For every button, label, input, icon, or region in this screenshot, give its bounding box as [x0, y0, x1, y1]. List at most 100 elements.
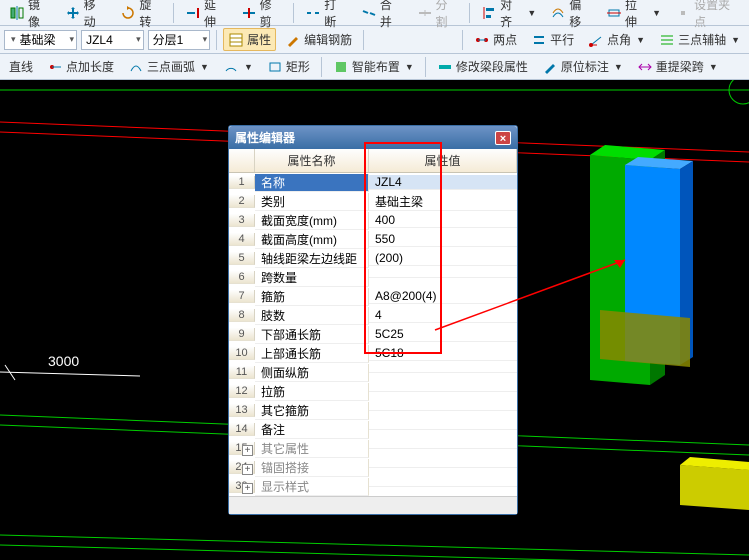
property-row[interactable]: 13其它箍筋 [229, 401, 517, 420]
arc-icon [223, 59, 239, 75]
button-modifyseg[interactable]: 修改梁段属性 [432, 55, 533, 78]
dropdown-arrow-icon: ▾ [136, 34, 141, 45]
property-value[interactable]: 5C18 [369, 346, 517, 361]
toolbar-button-label: 镜像 [28, 0, 51, 30]
button-rect[interactable]: 矩形 [262, 55, 315, 78]
toolbar-button-label: 延伸 [204, 0, 227, 30]
dropdown-arrow-icon: ▼ [244, 62, 253, 72]
toolbar-button-label: 设置夹点 [694, 0, 740, 30]
dimension-label: 3000 [48, 353, 79, 369]
property-value[interactable]: (200) [369, 251, 517, 266]
row-number: 2 [229, 195, 255, 208]
property-value[interactable]: 5C25 [369, 327, 517, 342]
property-name: 轴线距梁左边线距 [255, 250, 369, 268]
toolbar-separator [173, 3, 174, 23]
toolbar-button[interactable]: 镜像 [4, 0, 56, 33]
button-label: 编辑钢筋 [304, 31, 352, 48]
expand-icon[interactable]: + [242, 464, 253, 475]
dropdown-layer[interactable]: 分层1▾ [148, 30, 211, 50]
toolbar-separator [321, 57, 322, 77]
property-value[interactable]: JZL4 [369, 175, 517, 190]
property-row[interactable]: 39+显示样式 [229, 477, 517, 496]
property-value[interactable] [369, 448, 517, 449]
dropdown-arrow-icon: ▼ [200, 62, 209, 72]
expand-icon[interactable]: + [242, 483, 253, 494]
toolbar-edit: 镜像 移动 旋转 延伸 修剪 打断 合并 分割 对齐▼ 偏移 拉伸▼ 设置夹点 [0, 0, 749, 26]
toolbar-button-label: 修剪 [260, 0, 283, 30]
split-icon [417, 5, 433, 21]
property-row[interactable]: 14备注 [229, 420, 517, 439]
property-row[interactable]: 8肢数4 [229, 306, 517, 325]
button-properties[interactable]: 属性 [223, 28, 276, 51]
button-origmark[interactable]: 原位标注▼ [537, 55, 628, 78]
align-icon [481, 5, 497, 21]
property-row[interactable]: 3截面宽度(mm)400 [229, 211, 517, 230]
property-name: 上部通长筋 [255, 345, 369, 363]
button-line[interactable]: 直线 [4, 55, 38, 78]
property-row[interactable]: 11侧面纵筋 [229, 363, 517, 382]
property-row[interactable]: 15+其它属性 [229, 439, 517, 458]
property-value[interactable]: 4 [369, 308, 517, 323]
dropdown-arrow-icon: ▾ [203, 34, 208, 45]
button-smart[interactable]: 智能布置▼ [328, 55, 419, 78]
row-number: 3 [229, 214, 255, 227]
dialog-titlebar[interactable]: 属性编辑器 × [229, 126, 517, 149]
button-pointangle[interactable]: 点角▼ [583, 28, 650, 51]
property-row[interactable]: 1名称JZL4 [229, 173, 517, 192]
trim-icon [241, 5, 257, 21]
property-row[interactable]: 7箍筋A8@200(4) [229, 287, 517, 306]
dropdown-value: 基础梁 [20, 31, 68, 48]
property-value[interactable] [369, 467, 517, 468]
row-number: 12 [229, 385, 255, 398]
twopoint-icon [474, 32, 490, 48]
button-label: 直线 [9, 58, 33, 75]
toolbar-button-label: 旋转 [139, 0, 162, 30]
property-row[interactable]: 6跨数量 [229, 268, 517, 287]
row-number: 4 [229, 233, 255, 246]
property-row[interactable]: 12拉筋 [229, 382, 517, 401]
dropdown-category[interactable]: ▾基础梁▾ [4, 30, 77, 50]
dropdown-value: JZL4 [86, 33, 134, 47]
row-number: 11 [229, 366, 255, 379]
property-row[interactable]: 10上部通长筋5C18 [229, 344, 517, 363]
property-value[interactable]: 基础主梁 [369, 193, 517, 211]
property-value[interactable]: A8@200(4) [369, 289, 517, 304]
origmark-icon [542, 59, 558, 75]
button-parallel[interactable]: 平行 [526, 28, 579, 51]
button-twopoint[interactable]: 两点 [469, 28, 522, 51]
button-respan[interactable]: 重提梁跨▼ [632, 55, 723, 78]
button-label: 智能布置 [352, 58, 400, 75]
dialog-body: 属性名称 属性值 1名称JZL42类别基础主梁3截面宽度(mm)4004截面高度… [229, 149, 517, 514]
expand-icon[interactable]: + [242, 445, 253, 456]
dialog-title: 属性编辑器 [235, 129, 295, 146]
dropdown-name[interactable]: JZL4▾ [81, 30, 144, 50]
property-row[interactable]: 4截面高度(mm)550 [229, 230, 517, 249]
property-value[interactable]: 400 [369, 213, 517, 228]
property-value[interactable] [369, 277, 517, 278]
header-rownum [229, 149, 255, 172]
property-value[interactable] [369, 391, 517, 392]
button-threearc[interactable]: 三点画弧▼ [123, 55, 214, 78]
button-addlen[interactable]: 点加长度 [42, 55, 119, 78]
property-row[interactable]: 5轴线距梁左边线距(200) [229, 249, 517, 268]
toolbar-button[interactable]: 分割 [412, 0, 464, 33]
toolbar-button[interactable]: 移动 [60, 0, 112, 33]
property-value[interactable] [369, 486, 517, 487]
button-threepoint[interactable]: 三点辅轴▼ [654, 28, 745, 51]
toolbar-button[interactable]: 旋转 [115, 0, 167, 33]
property-value[interactable] [369, 410, 517, 411]
break-icon [305, 5, 321, 21]
property-name: 名称 [255, 174, 369, 192]
property-row[interactable]: 24+锚固搭接 [229, 458, 517, 477]
dialog-close-button[interactable]: × [495, 131, 511, 145]
property-row[interactable]: 2类别基础主梁 [229, 192, 517, 211]
grid-scrollbar[interactable] [229, 496, 517, 514]
property-value[interactable] [369, 372, 517, 373]
respan-icon [637, 59, 653, 75]
toolbar-button[interactable]: 合并 [356, 0, 408, 33]
toolbar-button[interactable]: ▼ [218, 56, 258, 78]
property-value[interactable] [369, 429, 517, 430]
button-edit-rebar[interactable]: 编辑钢筋 [280, 28, 357, 51]
property-value[interactable]: 550 [369, 232, 517, 247]
property-row[interactable]: 9下部通长筋5C25 [229, 325, 517, 344]
